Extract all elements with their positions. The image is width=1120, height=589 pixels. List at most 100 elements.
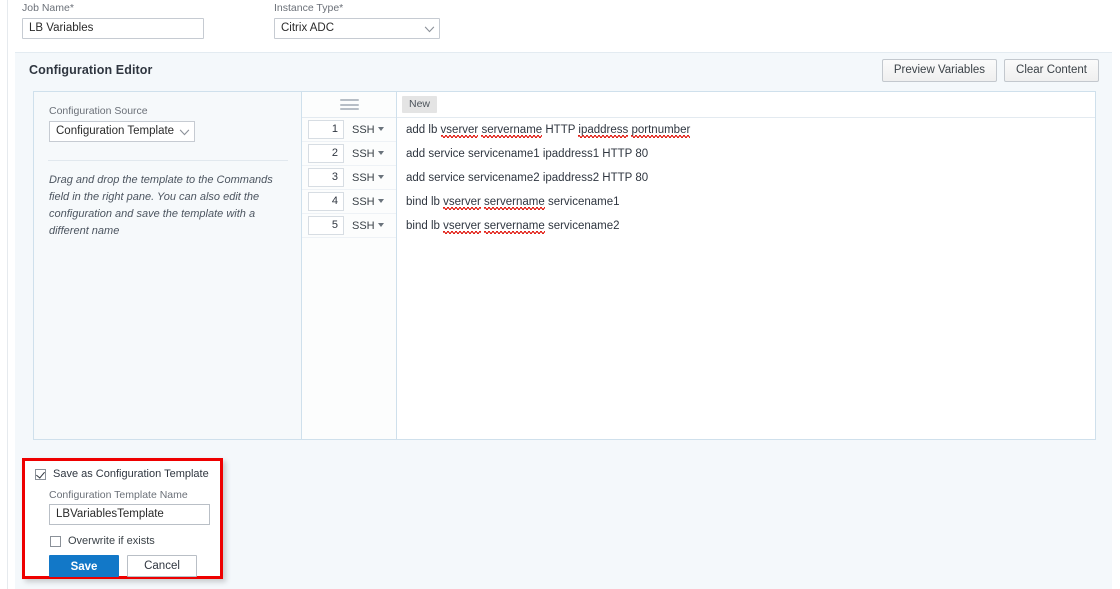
command-row-number[interactable]: 2 (308, 144, 344, 163)
command-row-number[interactable]: 1 (308, 120, 344, 139)
chevron-down-icon (424, 25, 435, 32)
command-row: 4 SSH (302, 190, 396, 214)
command-token: vserver (443, 196, 481, 208)
preview-variables-button[interactable]: Preview Variables (881, 59, 998, 82)
command-token: servicename1 (468, 148, 540, 160)
protocol-label: SSH (352, 171, 375, 184)
command-text-row[interactable]: add lb vserver servername HTTP ipaddress… (397, 118, 1095, 142)
template-name-label: Configuration Template Name (49, 489, 188, 501)
save-as-template-dialog: Save as Configuration Template Configura… (22, 458, 223, 579)
protocol-dropdown[interactable]: SSH (352, 124, 384, 136)
save-as-template-checkbox[interactable] (35, 468, 46, 480)
commands-pane: New add lb vserver servername HTTP ipadd… (397, 92, 1095, 439)
command-token: servicename2 (468, 172, 540, 184)
command-token: servername (484, 196, 545, 208)
command-row: 1 SSH (302, 118, 396, 142)
caret-down-icon (377, 174, 384, 179)
instance-type-value: Citrix ADC (281, 22, 335, 34)
instance-type-field-group: Instance Type* Citrix ADC (274, 2, 440, 39)
command-token: servicename1 (547, 196, 620, 208)
protocol-label: SSH (352, 219, 375, 232)
command-token: HTTP (602, 172, 633, 184)
save-as-template-checkbox-row[interactable]: Save as Configuration Template (35, 468, 209, 480)
command-row-number[interactable]: 5 (308, 216, 344, 235)
protocol-dropdown[interactable]: SSH (352, 172, 384, 184)
command-token: servername (484, 220, 545, 232)
drag-drop-hint: Drag and drop the template to the Comman… (49, 174, 273, 237)
command-text-row[interactable]: add service servicename1 ipaddress1 HTTP… (397, 142, 1095, 166)
configuration-source-pane: Configuration Source Configuration Templ… (34, 92, 302, 439)
command-token: bind (406, 220, 428, 232)
overwrite-if-exists-checkbox[interactable] (50, 535, 61, 547)
save-as-template-dialog-inner: Save as Configuration Template Configura… (25, 461, 220, 577)
clear-content-button[interactable]: Clear Content (1004, 59, 1099, 82)
chevron-down-icon (179, 128, 190, 135)
divider (48, 160, 288, 161)
command-row-number[interactable]: 4 (308, 192, 344, 211)
command-token: HTTP (602, 148, 633, 160)
configuration-editor-header: Configuration Editor Preview Variables C… (15, 53, 1112, 90)
command-token: service (428, 148, 465, 160)
command-row: 2 SSH (302, 142, 396, 166)
page-root: Job Name* LB Variables Instance Type* Ci… (0, 0, 1120, 589)
command-token: service (428, 172, 465, 184)
command-rows-header[interactable] (302, 92, 396, 118)
command-token: ipaddress (578, 124, 629, 136)
configuration-editor-panel: Configuration Editor Preview Variables C… (15, 52, 1112, 449)
instance-type-label: Instance Type* (274, 2, 344, 14)
command-token: vserver (440, 124, 479, 136)
command-token: 80 (635, 148, 649, 160)
protocol-label: SSH (352, 195, 375, 208)
command-rows-pane: 1 SSH 2 SSH 3 SSH 4 SSH 5 SSH (302, 92, 397, 439)
job-name-label: Job Name* (22, 2, 74, 14)
commands-tab-bar: New (397, 92, 1095, 118)
command-token: add (406, 124, 426, 136)
hamburger-icon[interactable] (339, 97, 359, 113)
configuration-source-value: Configuration Template (56, 125, 175, 137)
protocol-dropdown[interactable]: SSH (352, 196, 384, 208)
configuration-editor-title: Configuration Editor (29, 63, 153, 77)
protocol-dropdown[interactable]: SSH (352, 220, 384, 232)
caret-down-icon (377, 222, 384, 227)
configuration-source-select[interactable]: Configuration Template (49, 121, 195, 142)
caret-down-icon (377, 126, 384, 131)
command-token: vserver (443, 220, 481, 232)
cancel-button[interactable]: Cancel (127, 555, 197, 577)
command-token: lb (430, 220, 440, 232)
command-token: lb (430, 196, 440, 208)
command-token: lb (428, 124, 438, 136)
job-name-input[interactable]: LB Variables (22, 18, 204, 39)
command-token: bind (406, 196, 428, 208)
left-rail-divider (7, 0, 8, 589)
command-text-row[interactable]: bind lb vserver servername servicename1 (397, 190, 1095, 214)
command-row: 3 SSH (302, 166, 396, 190)
protocol-label: SSH (352, 123, 375, 136)
command-row: 5 SSH (302, 214, 396, 238)
configuration-source-label: Configuration Source (49, 105, 148, 117)
save-as-template-label: Save as Configuration Template (53, 468, 209, 480)
instance-type-select[interactable]: Citrix ADC (274, 18, 440, 39)
command-token: 80 (635, 172, 649, 184)
command-text-list: add lb vserver servername HTTP ipaddress… (397, 118, 1095, 238)
protocol-label: SSH (352, 147, 375, 160)
command-token: ipaddress2 (542, 172, 600, 184)
command-token: add (406, 172, 426, 184)
command-row-list: 1 SSH 2 SSH 3 SSH 4 SSH 5 SSH (302, 118, 396, 238)
protocol-dropdown[interactable]: SSH (352, 148, 384, 160)
configuration-editor-body: Configuration Source Configuration Templ… (33, 91, 1096, 440)
caret-down-icon (377, 150, 384, 155)
template-name-input[interactable]: LBVariablesTemplate (49, 504, 210, 525)
command-token: portnumber (631, 124, 691, 136)
save-button[interactable]: Save (49, 555, 119, 577)
command-token: HTTP (545, 124, 576, 136)
top-form-row: Job Name* LB Variables Instance Type* Ci… (22, 2, 1112, 46)
save-dialog-buttons: Save Cancel (49, 555, 197, 577)
command-text-row[interactable]: add service servicename2 ipaddress2 HTTP… (397, 166, 1095, 190)
command-token: ipaddress1 (542, 148, 600, 160)
tab-new[interactable]: New (402, 96, 438, 113)
command-token: add (406, 148, 426, 160)
command-row-number[interactable]: 3 (308, 168, 344, 187)
command-text-row[interactable]: bind lb vserver servername servicename2 (397, 214, 1095, 238)
job-name-field-group: Job Name* LB Variables (22, 2, 204, 39)
overwrite-if-exists-checkbox-row[interactable]: Overwrite if exists (50, 535, 155, 547)
